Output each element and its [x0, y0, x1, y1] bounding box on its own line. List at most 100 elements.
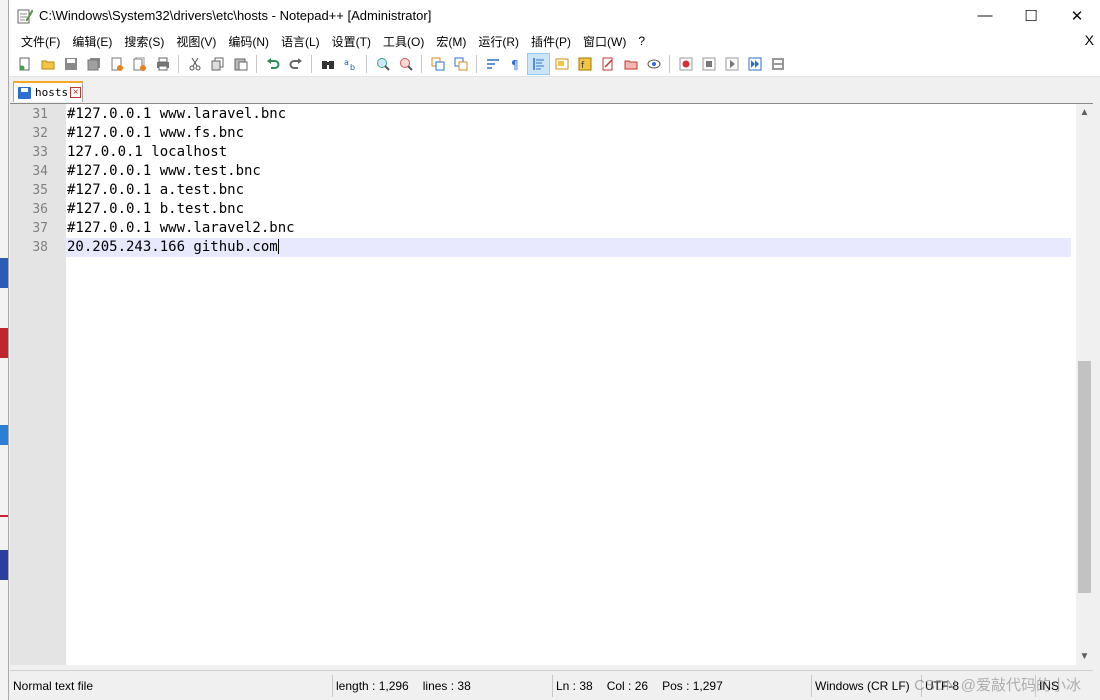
- tab-hosts[interactable]: hosts ×: [13, 81, 83, 102]
- notepadpp-app-icon: [17, 8, 34, 24]
- close-window-button[interactable]: ✕: [1054, 0, 1100, 31]
- line-number: 35: [32, 183, 48, 198]
- code-line[interactable]: #127.0.0.1 www.test.bnc: [66, 162, 1071, 181]
- code-line[interactable]: 127.0.0.1 localhost: [66, 143, 1071, 162]
- line-number: 34: [32, 164, 48, 179]
- open-file-icon[interactable]: [36, 53, 59, 75]
- monitoring-icon[interactable]: [619, 53, 642, 75]
- code-line[interactable]: #127.0.0.1 www.laravel2.bnc: [66, 219, 1071, 238]
- menu-bar: 文件(F) 编辑(E) 搜索(S) 视图(V) 编码(N) 语言(L) 设置(T…: [9, 31, 1100, 51]
- status-bar: Normal text file length : 1,296 lines : …: [10, 670, 1093, 700]
- menu-edit[interactable]: 编辑(E): [66, 33, 118, 50]
- new-file-icon[interactable]: [13, 53, 36, 75]
- saved-file-icon: [18, 86, 31, 99]
- line-number: 36: [32, 202, 48, 217]
- line-number-gutter: 31 32 33 34 35 36 37 38: [10, 104, 66, 665]
- stop-macro-icon[interactable]: [697, 53, 720, 75]
- status-position: Ln : 38 Col : 26 Pos : 1,297: [553, 674, 812, 697]
- print-icon[interactable]: [151, 53, 174, 75]
- status-file-type: Normal text file: [10, 674, 333, 697]
- status-length-lines: length : 1,296 lines : 38: [333, 674, 553, 697]
- cut-icon[interactable]: [183, 53, 206, 75]
- find-icon[interactable]: [316, 53, 339, 75]
- text-editor[interactable]: 31 32 33 34 35 36 37 38 #127.0.0.1 www.l…: [10, 103, 1093, 665]
- toolbar-separator: [421, 54, 422, 73]
- menu-macro[interactable]: 宏(M): [430, 33, 472, 50]
- svg-text:¶: ¶: [511, 58, 519, 71]
- menu-run[interactable]: 运行(R): [472, 33, 525, 50]
- replace-icon[interactable]: ab: [339, 53, 362, 75]
- notepadpp-window: C:\Windows\System32\drivers\etc\hosts - …: [8, 0, 1100, 700]
- toolbar-separator: [366, 54, 367, 73]
- folder-workspace-icon[interactable]: [596, 53, 619, 75]
- toolbar-separator: [311, 54, 312, 73]
- save-all-icon[interactable]: [82, 53, 105, 75]
- tab-close-icon[interactable]: ×: [70, 87, 82, 98]
- close-icon[interactable]: [105, 53, 128, 75]
- zoom-out-icon[interactable]: [394, 53, 417, 75]
- code-area[interactable]: #127.0.0.1 www.laravel.bnc #127.0.0.1 ww…: [66, 105, 1071, 257]
- toolbar-separator: [178, 54, 179, 73]
- sync-vertical-icon[interactable]: [426, 53, 449, 75]
- play-macro-icon[interactable]: [720, 53, 743, 75]
- tab-label: hosts: [35, 86, 69, 99]
- menu-plugins[interactable]: 插件(P): [525, 33, 577, 50]
- toolbar: ab ¶ f: [9, 51, 1100, 77]
- vertical-scrollbar[interactable]: ▲ ▼: [1076, 104, 1093, 665]
- code-line[interactable]: #127.0.0.1 b.test.bnc: [66, 200, 1071, 219]
- title-bar[interactable]: C:\Windows\System32\drivers\etc\hosts - …: [9, 0, 1100, 31]
- toolbar-separator: [669, 54, 670, 73]
- watermark-text: CSDN @爱敲代码的小冰: [914, 677, 1081, 694]
- toolbar-separator: [476, 54, 477, 73]
- document-map-icon[interactable]: [550, 53, 573, 75]
- menu-search[interactable]: 搜索(S): [118, 33, 170, 50]
- scroll-down-icon[interactable]: ▼: [1076, 648, 1093, 665]
- scroll-up-icon[interactable]: ▲: [1076, 104, 1093, 121]
- code-line[interactable]: #127.0.0.1 www.laravel.bnc: [66, 105, 1071, 124]
- menu-settings[interactable]: 设置(T): [326, 33, 377, 50]
- status-eol[interactable]: Windows (CR LF): [812, 674, 922, 697]
- copy-icon[interactable]: [206, 53, 229, 75]
- status-length: length : 1,296: [336, 678, 409, 693]
- save-macro-icon[interactable]: [766, 53, 789, 75]
- scrollbar-thumb[interactable]: [1078, 361, 1091, 593]
- sync-horizontal-icon[interactable]: [449, 53, 472, 75]
- status-lines: lines : 38: [422, 678, 471, 693]
- line-number: 37: [32, 221, 48, 236]
- line-number: 32: [32, 126, 48, 141]
- current-line-text: 20.205.243.166 github.com: [67, 239, 278, 255]
- close-document-x[interactable]: X: [1085, 32, 1094, 48]
- code-line[interactable]: #127.0.0.1 www.fs.bnc: [66, 124, 1071, 143]
- word-wrap-icon[interactable]: [481, 53, 504, 75]
- window-title: C:\Windows\System32\drivers\etc\hosts - …: [39, 8, 432, 23]
- menu-language[interactable]: 语言(L): [275, 33, 326, 50]
- menu-file[interactable]: 文件(F): [15, 33, 66, 50]
- minimize-button[interactable]: —: [962, 0, 1008, 31]
- menu-encoding[interactable]: 编码(N): [222, 33, 275, 50]
- line-number: 33: [32, 145, 48, 160]
- status-col: Col : 26: [606, 678, 649, 693]
- maximize-button[interactable]: ☐: [1008, 0, 1054, 31]
- menu-window[interactable]: 窗口(W): [577, 33, 632, 50]
- menu-help[interactable]: ?: [632, 34, 651, 48]
- undo-icon[interactable]: [261, 53, 284, 75]
- run-macro-multiple-icon[interactable]: [743, 53, 766, 75]
- menu-tools[interactable]: 工具(O): [377, 33, 430, 50]
- document-tab-bar: hosts ×: [9, 77, 1100, 102]
- indent-guide-icon[interactable]: [527, 52, 550, 75]
- text-caret: [277, 239, 279, 254]
- zoom-in-icon[interactable]: [371, 53, 394, 75]
- current-code-line[interactable]: 20.205.243.166 github.com: [66, 238, 1071, 257]
- paste-icon[interactable]: [229, 53, 252, 75]
- close-all-icon[interactable]: [128, 53, 151, 75]
- save-icon[interactable]: [59, 53, 82, 75]
- function-list-icon[interactable]: f: [573, 53, 596, 75]
- toolbar-separator: [256, 54, 257, 73]
- menu-view[interactable]: 视图(V): [170, 33, 222, 50]
- redo-icon[interactable]: [284, 53, 307, 75]
- svg-text:a: a: [344, 58, 349, 67]
- eye-icon[interactable]: [642, 53, 665, 75]
- code-line[interactable]: #127.0.0.1 a.test.bnc: [66, 181, 1071, 200]
- record-macro-icon[interactable]: [674, 53, 697, 75]
- show-all-chars-icon[interactable]: ¶: [504, 53, 527, 75]
